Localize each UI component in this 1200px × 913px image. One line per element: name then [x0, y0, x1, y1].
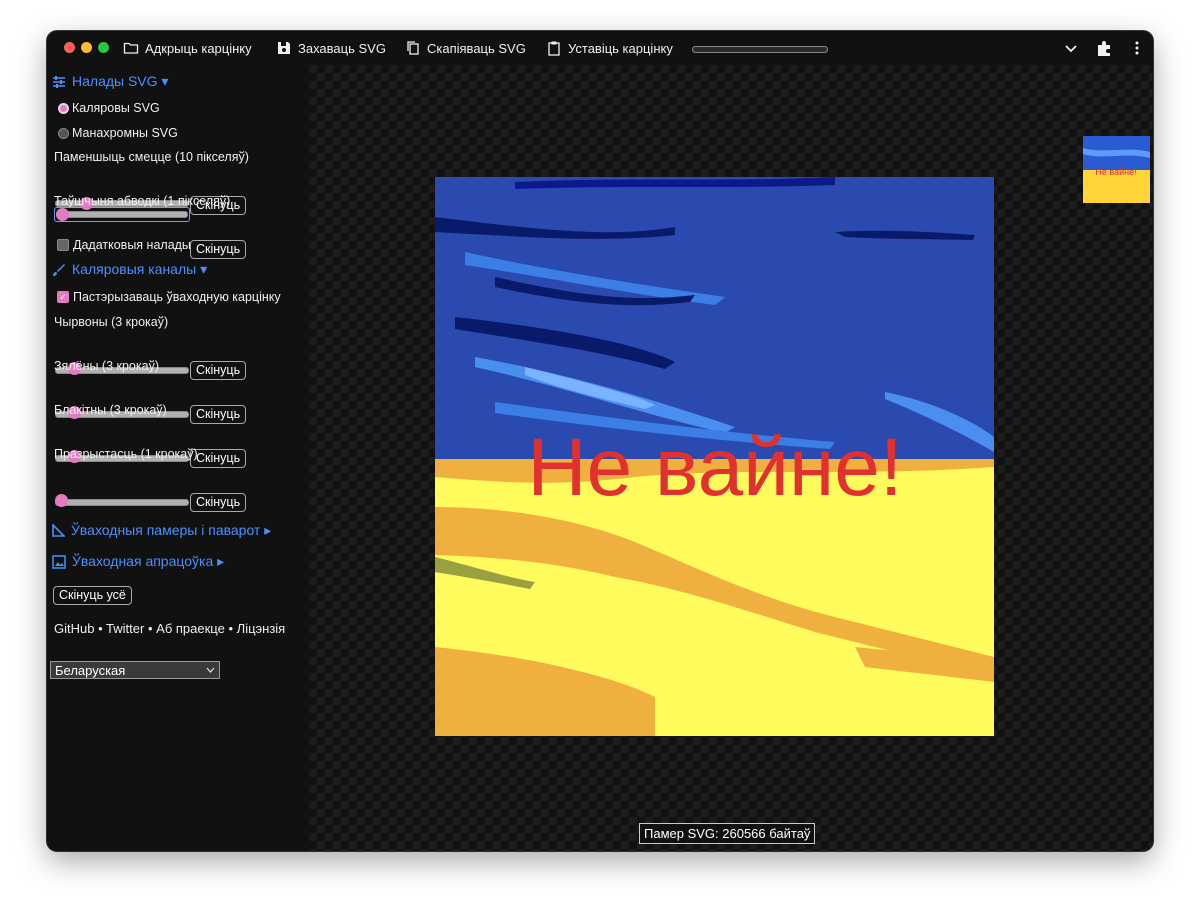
blue-reset-button[interactable]: Скінуць	[190, 449, 247, 468]
separator: •	[98, 621, 103, 636]
image-icon	[52, 554, 66, 569]
stroke-slider-thumb[interactable]	[56, 208, 69, 221]
alpha-slider[interactable]	[55, 499, 189, 506]
copy-icon	[407, 41, 419, 55]
separator: •	[228, 621, 234, 636]
thumbnail-text: Не вайне!	[1095, 167, 1136, 177]
footer-links: GitHub • Twitter • Аб праекце • Ліцэнзія	[54, 621, 285, 636]
reset-all-button[interactable]: Скінуць усё	[53, 586, 132, 605]
posterize-option[interactable]: ✓ Пастэрызаваць ўваходную карцінку	[57, 290, 281, 304]
alpha-reset-button[interactable]: Скінуць	[190, 493, 247, 512]
svg-preview-area: Не вайне! Не вайне! Памер SVG: 260566 ба…	[309, 65, 1153, 851]
language-select-value: Беларуская	[55, 663, 126, 678]
language-select[interactable]: Беларуская	[50, 661, 220, 679]
stroke-slider[interactable]	[56, 211, 188, 218]
mono-svg-radio[interactable]	[58, 127, 69, 139]
more-menu-icon[interactable]	[1128, 39, 1146, 57]
open-image-label: Адкрыць карцінку	[145, 40, 252, 56]
about-link[interactable]: Аб праекце	[156, 621, 225, 636]
green-reset-button[interactable]: Скінуць	[190, 405, 247, 424]
save-svg-label: Захаваць SVG	[298, 40, 386, 56]
svg-size-status: Памер SVG: 260566 байтаў	[639, 823, 816, 844]
red-reset-button[interactable]: Скінуць	[190, 361, 247, 380]
alpha-channel-label: Празрыстасць (1 крокаў)	[54, 447, 198, 461]
twitter-link[interactable]: Twitter	[106, 621, 144, 636]
color-svg-radio[interactable]	[58, 102, 69, 114]
size-rotate-title: Ўваходныя памеры і паварот ▸	[71, 522, 272, 538]
close-window-button[interactable]	[64, 42, 75, 53]
posterize-label: Пастэрызаваць ўваходную карцінку	[73, 290, 281, 304]
sidebar: Налады SVG ▾ Каляровы SVG Манахромны SVG…	[47, 65, 309, 851]
extension-puzzle-icon[interactable]	[1095, 39, 1113, 57]
color-svg-option[interactable]: Каляровы SVG	[58, 101, 160, 115]
advanced-checkbox[interactable]	[57, 239, 69, 251]
svg-settings-section[interactable]: Налады SVG ▾	[52, 73, 168, 90]
svg-preview-image: Не вайне!	[435, 177, 994, 736]
mono-svg-option[interactable]: Манахромны SVG	[58, 126, 178, 140]
paste-image-label: Уставіць карцінку	[568, 40, 673, 56]
source-image-thumbnail[interactable]: Не вайне!	[1083, 136, 1150, 203]
noise-label: Паменшыць смецце (10 пікселяў)	[54, 150, 249, 164]
paste-image-button[interactable]: Уставіць карцінку	[546, 31, 673, 65]
green-channel-label: Зялёны (3 крокаў)	[54, 359, 159, 373]
separator: •	[147, 621, 153, 636]
open-image-button[interactable]: Адкрыць карцінку	[123, 31, 252, 65]
progress-bar	[692, 46, 828, 53]
svg-settings-title: Налады SVG ▾	[72, 73, 169, 89]
copy-svg-button[interactable]: Скапіяваць SVG	[405, 31, 526, 65]
github-link[interactable]: GitHub	[54, 621, 94, 636]
size-rotate-section[interactable]: Ўваходныя памеры і паварот ▸	[52, 522, 271, 539]
sliders-icon	[53, 75, 65, 88]
copy-svg-label: Скапіяваць SVG	[427, 40, 526, 56]
stroke-label: Таўшчыня абводкі (1 пікселяў)	[54, 194, 231, 208]
chevron-down-icon[interactable]	[1062, 39, 1080, 57]
app-window: Адкрыць карцінку Захаваць SVG Скапіяваць…	[47, 31, 1153, 851]
chevron-down-icon	[206, 667, 215, 673]
blue-channel-label: Блакітны (3 крокаў)	[54, 403, 167, 417]
minimize-window-button[interactable]	[81, 42, 92, 53]
advanced-settings-option[interactable]: Дадатковыя налады	[57, 238, 191, 252]
ruler-triangle-icon	[52, 524, 65, 537]
red-channel-label: Чырвоны (3 крокаў)	[54, 315, 169, 329]
clipboard-icon	[548, 41, 560, 56]
color-svg-label: Каляровы SVG	[72, 101, 160, 115]
license-link[interactable]: Ліцэнзія	[237, 621, 286, 636]
advanced-label: Дадатковыя налады	[73, 238, 191, 252]
maximize-window-button[interactable]	[98, 42, 109, 53]
preprocess-title: Ўваходная апрацоўка ▸	[72, 553, 225, 569]
mono-svg-label: Манахромны SVG	[72, 126, 178, 140]
folder-icon	[123, 42, 139, 54]
toolbar: Адкрыць карцінку Захаваць SVG Скапіяваць…	[47, 31, 1153, 65]
posterize-checkbox[interactable]: ✓	[57, 291, 69, 303]
color-channels-section[interactable]: Каляровыя каналы ▾	[52, 261, 207, 278]
stroke-reset-button[interactable]: Скінуць	[190, 240, 247, 259]
preprocess-section[interactable]: Ўваходная апрацоўка ▸	[52, 553, 224, 570]
save-icon	[278, 42, 290, 54]
no-war-text: Не вайне!	[527, 422, 902, 513]
brush-icon	[53, 263, 65, 276]
alpha-slider-thumb[interactable]	[55, 494, 68, 507]
flag-thumbnail-image: Не вайне!	[1083, 136, 1150, 203]
vectorized-flag-image: Не вайне!	[435, 177, 994, 736]
save-svg-button[interactable]: Захаваць SVG	[276, 31, 386, 65]
color-channels-title: Каляровыя каналы ▾	[72, 261, 208, 277]
